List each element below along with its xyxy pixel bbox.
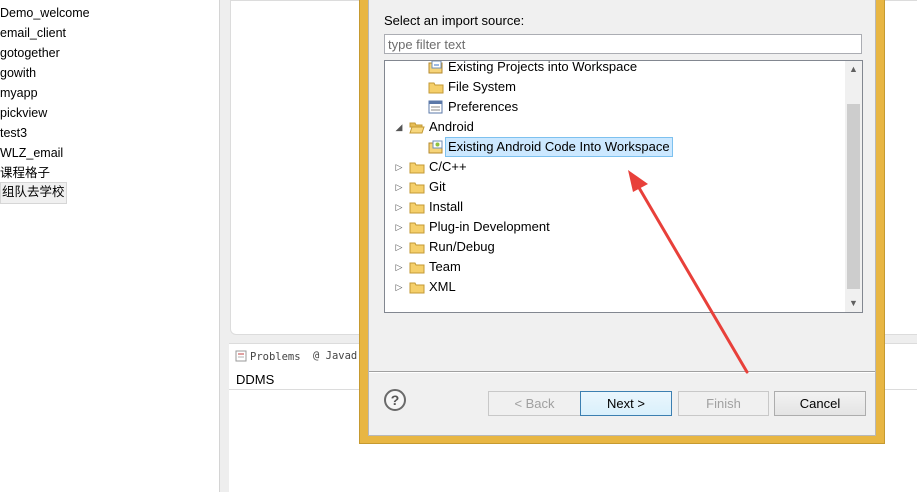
import-dialog: Select an import source: Existing Projec… [359,0,885,444]
dialog-button-separator [369,371,875,372]
expand-arrow-icon[interactable]: ▷ [394,157,404,177]
expand-arrow-icon[interactable]: ▷ [394,217,404,237]
tree-item-label: Install [429,199,463,214]
tree-item-label: Run/Debug [429,239,495,254]
tree-item-label: Preferences [448,99,519,114]
scroll-down-icon[interactable]: ▼ [845,295,862,312]
tab-javadoc[interactable]: @ Javad [313,350,357,362]
project-item[interactable]: email_client [0,23,66,43]
filter-input[interactable] [384,34,862,54]
tab-javadoc-label: @ Javad [313,350,358,362]
project-item[interactable]: gotogether [0,43,60,63]
tree-item-label: Team [429,259,461,274]
tree-item-label: Android [429,119,474,134]
folder-icon [409,222,425,234]
tree-item-label: C/C++ [429,159,467,174]
scroll-up-icon[interactable]: ▲ [845,61,862,78]
expand-arrow-icon[interactable]: ▷ [394,197,404,217]
project-item[interactable]: test3 [0,123,27,143]
tree-item-label: Existing Android Code Into Workspace [445,137,673,157]
folder-open-icon [409,122,425,134]
tree-item-label: XML [429,279,456,294]
project-item[interactable]: myapp [0,83,38,103]
tree-item-label: Git [429,179,446,194]
projects-import-icon [428,61,443,74]
help-button[interactable]: ? [384,389,406,411]
tab-problems-label: Problems [250,351,301,363]
folder-icon [409,282,425,294]
expand-arrow-icon[interactable]: ▷ [394,237,404,257]
folder-icon [428,82,444,94]
tree-item-label: Plug-in Development [429,219,550,234]
project-item[interactable]: gowith [0,63,36,83]
expand-arrow-icon[interactable]: ▷ [394,177,404,197]
next-button[interactable]: Next > [580,391,672,416]
expand-arrow-icon[interactable]: ▷ [394,277,404,297]
folder-icon [409,262,425,274]
import-source-tree: Existing Projects into Workspace File Sy… [384,60,863,313]
cancel-button[interactable]: Cancel [774,391,866,416]
tree-scrollbar[interactable]: ▲ ▼ [845,61,862,312]
folder-icon [409,242,425,254]
folder-icon [409,202,425,214]
bottom-tab-bar: Problems @ Javad [229,344,369,368]
project-item[interactable]: 课程格子 [0,163,50,183]
import-dialog-body: Select an import source: Existing Projec… [368,0,876,436]
problems-icon [235,350,247,362]
collapse-arrow-icon[interactable]: ◢ [394,117,404,137]
tree-item-label: Existing Projects into Workspace [448,60,638,74]
tab-problems[interactable]: Problems [235,350,301,363]
preferences-icon [428,100,443,114]
back-button[interactable]: < Back [488,391,581,416]
folder-icon [409,162,425,174]
folder-icon [409,182,425,194]
tree-item-label: File System [448,79,516,94]
scrollbar-thumb[interactable] [847,104,860,289]
project-item[interactable]: pickview [0,103,47,123]
project-item[interactable]: WLZ_email [0,143,63,163]
ddms-label: DDMS [236,372,275,387]
android-import-icon [428,140,443,154]
finish-button[interactable]: Finish [678,391,769,416]
expand-arrow-icon[interactable]: ▷ [394,257,404,277]
project-item[interactable]: Demo_welcome [0,3,90,23]
import-source-label: Select an import source: [384,13,525,28]
project-explorer: Demo_welcome email_client gotogether gow… [0,0,220,492]
project-item-selected[interactable]: 组队去学校 [0,182,67,204]
